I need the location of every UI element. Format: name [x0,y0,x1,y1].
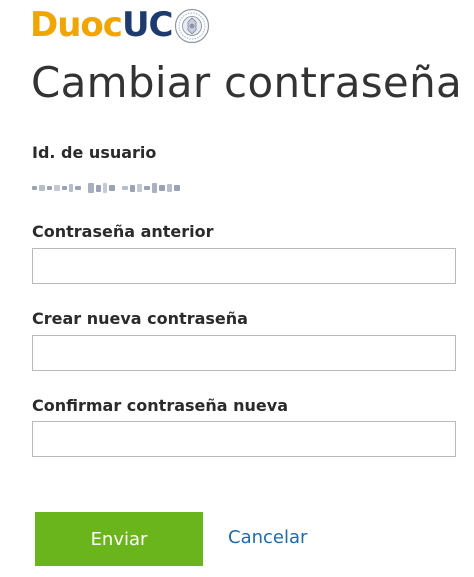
university-seal-icon [174,8,209,43]
logo-text-uc: UC [121,5,174,45]
user-id-label: Id. de usuario [32,143,157,162]
old-password-field[interactable] [32,248,456,284]
cancel-link[interactable]: Cancelar [228,529,307,547]
logo-text-duoc: Duoc [30,5,123,45]
duocuc-logo: Duoc UC [30,4,210,46]
old-password-label: Contraseña anterior [32,222,214,241]
confirm-password-label: Confirmar contraseña nueva [32,396,288,415]
confirm-password-field[interactable] [32,421,456,457]
user-id-value [32,183,180,193]
new-password-field[interactable] [32,335,456,371]
new-password-label: Crear nueva contraseña [32,309,248,328]
page-title: Cambiar contraseña [31,58,463,107]
submit-button[interactable]: Enviar [35,512,203,566]
